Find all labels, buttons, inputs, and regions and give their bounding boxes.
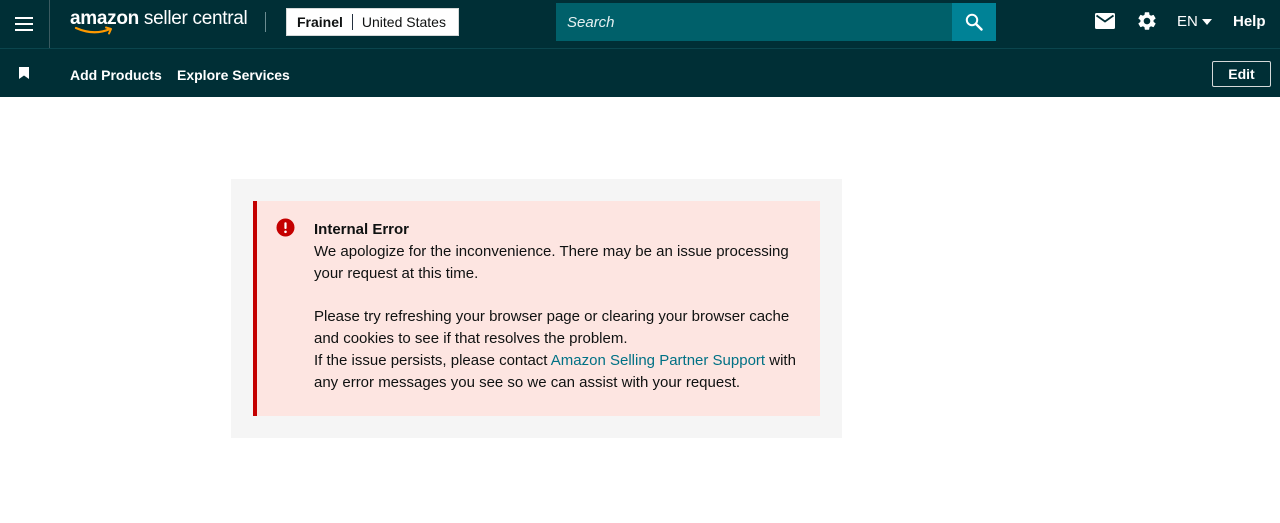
- alert-content: Internal Error We apologize for the inco…: [314, 219, 814, 394]
- marketplace-name: United States: [361, 14, 446, 30]
- caret-down-icon: [1201, 18, 1212, 25]
- nav-explore-services[interactable]: Explore Services: [177, 67, 290, 83]
- mail-icon[interactable]: [1094, 12, 1116, 30]
- language-label: EN: [1177, 13, 1198, 30]
- error-alert-icon: [276, 218, 295, 237]
- error-panel: Internal Error We apologize for the inco…: [231, 179, 842, 438]
- search-icon: [965, 13, 983, 31]
- alert-title: Internal Error: [314, 221, 410, 238]
- hamburger-menu-button[interactable]: [0, 0, 50, 48]
- search-button[interactable]: [952, 3, 996, 41]
- nav-add-products[interactable]: Add Products: [70, 67, 162, 83]
- error-alert: Internal Error We apologize for the inco…: [253, 201, 820, 416]
- language-selector[interactable]: EN: [1177, 13, 1212, 30]
- amazon-smile-icon: [74, 26, 112, 35]
- gear-icon[interactable]: [1136, 10, 1158, 32]
- search-bar: [556, 3, 996, 41]
- top-header: amazon seller central Frainel United Sta…: [0, 0, 1280, 48]
- header-divider: [265, 12, 266, 32]
- alert-advice: Please try refreshing your browser page …: [314, 308, 790, 347]
- account-switcher[interactable]: Frainel United States: [286, 8, 459, 36]
- bookmark-icon[interactable]: [19, 67, 29, 79]
- store-name: Frainel: [287, 14, 353, 30]
- alert-contact: If the issue persists, please contact Am…: [314, 352, 796, 391]
- bookmark-nav-bar: Add Products Explore Services Edit: [0, 48, 1280, 97]
- amazon-seller-central-logo[interactable]: amazon seller central: [70, 7, 250, 39]
- alert-message: We apologize for the inconvenience. Ther…: [314, 243, 789, 282]
- support-link[interactable]: Amazon Selling Partner Support: [551, 352, 765, 369]
- help-link[interactable]: Help: [1233, 13, 1266, 30]
- search-input[interactable]: [556, 3, 952, 41]
- hamburger-menu-icon: [14, 17, 33, 31]
- edit-button[interactable]: Edit: [1212, 61, 1271, 87]
